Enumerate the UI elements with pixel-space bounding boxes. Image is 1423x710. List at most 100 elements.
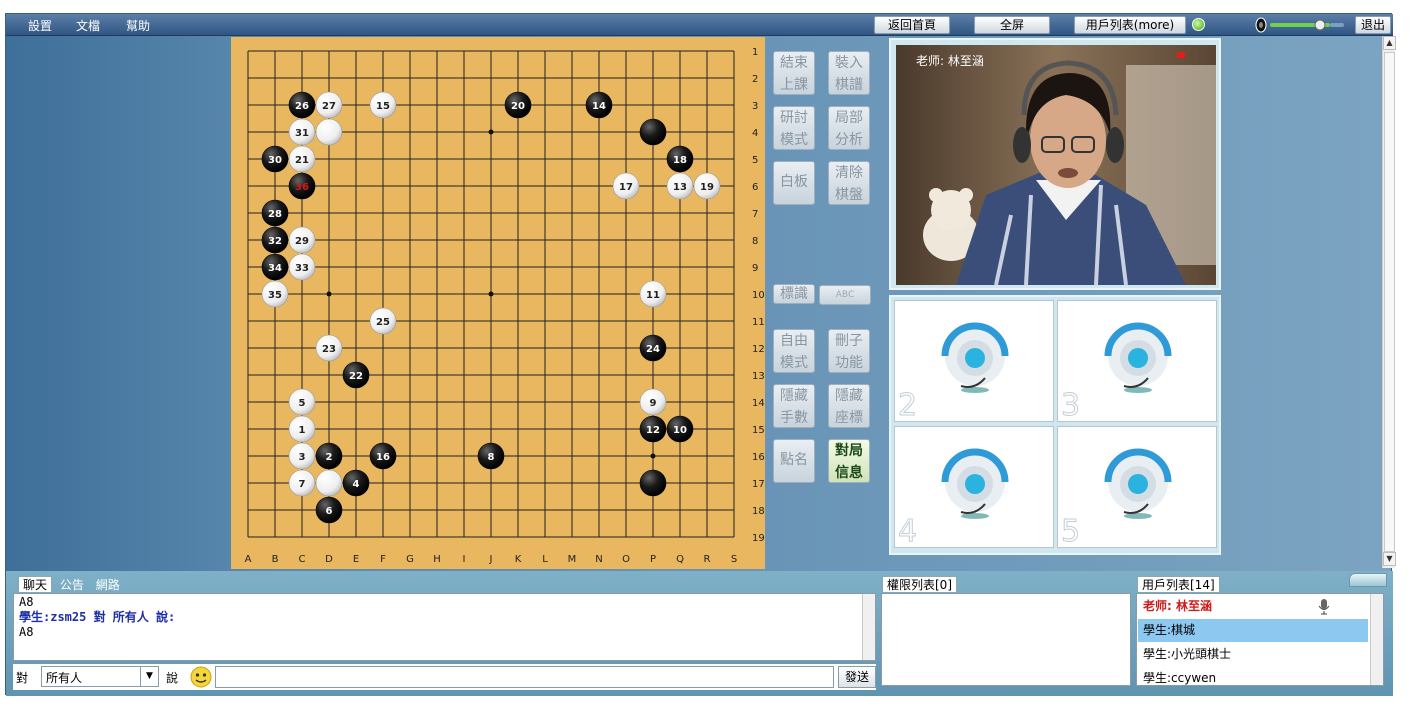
black-stone[interactable]: 2 — [315, 442, 343, 470]
white-stone[interactable]: 9 — [639, 388, 667, 416]
white-stone[interactable]: 19 — [693, 172, 721, 200]
main-scrollbar[interactable]: ▲ ▼ — [1382, 36, 1396, 568]
student-seat[interactable]: 3 — [1057, 300, 1217, 424]
student-seat[interactable]: 5 — [1057, 426, 1217, 550]
white-stone[interactable]: 3 — [288, 442, 316, 470]
home-button[interactable]: 返回首頁 — [874, 16, 950, 34]
row-label: 17 — [752, 479, 765, 490]
whiteboard-button[interactable]: 白板 — [773, 161, 815, 205]
tab-announcement[interactable]: 公告 — [56, 577, 88, 593]
study-mode-button[interactable]: 研討 模式 — [773, 106, 815, 150]
menu-help[interactable]: 幫助 — [126, 17, 150, 34]
minimize-icon[interactable] — [1349, 573, 1387, 587]
board-canvas[interactable]: A B C D E F G H I J K L M N O P Q R S123456789101112131415… — [231, 37, 765, 569]
white-stone[interactable]: 27 — [315, 91, 343, 119]
white-stone[interactable]: 1 — [288, 415, 316, 443]
end-class-button[interactable]: 結束 上課 — [773, 51, 815, 95]
permission-list[interactable] — [881, 593, 1131, 686]
exit-button[interactable]: 退出 — [1355, 16, 1391, 34]
chat-message-input[interactable] — [215, 666, 834, 688]
black-stone[interactable]: 18 — [666, 145, 694, 173]
black-stone[interactable]: 32 — [261, 226, 289, 254]
send-button[interactable]: 發送 — [838, 666, 876, 688]
white-stone[interactable]: 25 — [369, 307, 397, 335]
black-stone[interactable] — [639, 118, 667, 146]
user-list[interactable]: 老师: 林至涵 學生:棋城 學生:小光頭棋士 學生:ccywen — [1136, 593, 1384, 686]
move-number: 9 — [650, 398, 657, 409]
game-info-button[interactable]: 對局 信息 — [828, 439, 870, 483]
tab-network[interactable]: 網路 — [92, 577, 124, 593]
load-record-button[interactable]: 裝入 棋譜 — [828, 51, 870, 95]
row-label: 7 — [752, 209, 758, 220]
white-stone[interactable] — [315, 469, 343, 497]
seat-number: 2 — [897, 388, 918, 424]
move-number: 13 — [673, 182, 687, 193]
userlist-more-button[interactable]: 用戶列表(more) — [1074, 16, 1186, 34]
white-stone[interactable] — [315, 118, 343, 146]
white-stone[interactable]: 21 — [288, 145, 316, 173]
white-stone[interactable]: 33 — [288, 253, 316, 281]
black-stone[interactable]: 34 — [261, 253, 289, 281]
user-row[interactable]: 學生:小光頭棋士 — [1138, 643, 1368, 666]
student-seat[interactable]: 4 — [894, 426, 1054, 550]
white-stone[interactable]: 29 — [288, 226, 316, 254]
remove-stone-button[interactable]: 刪子 功能 — [828, 329, 870, 373]
free-mode-button[interactable]: 自由 模式 — [773, 329, 815, 373]
black-stone[interactable]: 4 — [342, 469, 370, 497]
roll-call-button[interactable]: 點名 — [773, 439, 815, 483]
white-stone[interactable]: 5 — [288, 388, 316, 416]
black-stone[interactable]: 36 — [288, 172, 316, 200]
hide-moves-button[interactable]: 隱藏 手數 — [773, 384, 815, 428]
black-stone[interactable]: 10 — [666, 415, 694, 443]
black-stone[interactable]: 26 — [288, 91, 316, 119]
black-stone[interactable]: 12 — [639, 415, 667, 443]
mark-abc-button[interactable]: ABC — [819, 285, 871, 305]
scroll-thumb[interactable] — [1384, 52, 1395, 552]
black-stone[interactable]: 24 — [639, 334, 667, 362]
black-stone[interactable]: 14 — [585, 91, 613, 119]
chat-scrollbar[interactable] — [862, 594, 875, 660]
local-analysis-button[interactable]: 局部 分析 — [828, 106, 870, 150]
user-row-teacher[interactable]: 老师: 林至涵 — [1138, 595, 1368, 618]
white-stone[interactable]: 13 — [666, 172, 694, 200]
col-label: D — [325, 554, 333, 565]
go-board[interactable]: A B C D E F G H I J K L M N O P Q R S 1 2 3 4 5 6 7 8 9 10 11 12 13 14 15… — [231, 37, 765, 569]
white-stone[interactable]: 11 — [639, 280, 667, 308]
menu-settings[interactable]: 設置 — [28, 17, 52, 34]
move-number: 21 — [295, 155, 309, 166]
user-row-selected[interactable]: 學生:棋城 — [1138, 619, 1368, 642]
black-stone[interactable]: 30 — [261, 145, 289, 173]
white-stone[interactable]: 31 — [288, 118, 316, 146]
user-row[interactable]: 學生:ccywen — [1138, 667, 1368, 685]
hide-coords-button[interactable]: 隱藏 座標 — [828, 384, 870, 428]
chevron-down-icon[interactable]: ▼ — [140, 667, 158, 686]
black-stone[interactable]: 20 — [504, 91, 532, 119]
clear-board-button[interactable]: 清除 棋盤 — [828, 161, 870, 205]
black-stone[interactable]: 6 — [315, 496, 343, 524]
volume-slider[interactable] — [1254, 17, 1346, 33]
fullscreen-button[interactable]: 全屏 — [974, 16, 1050, 34]
emoji-icon[interactable] — [190, 666, 212, 688]
chat-log[interactable]: A8 學生:zsm25 對 所有人 說: A8 — [13, 593, 876, 661]
student-seat[interactable]: 2 — [894, 300, 1054, 424]
white-stone[interactable]: 35 — [261, 280, 289, 308]
black-stone[interactable]: 16 — [369, 442, 397, 470]
white-stone[interactable]: 7 — [288, 469, 316, 497]
scroll-down-icon[interactable]: ▼ — [1383, 552, 1396, 566]
menu-documents[interactable]: 文檔 — [76, 17, 100, 34]
mark-button[interactable]: 標識 — [773, 284, 815, 304]
white-stone[interactable]: 17 — [612, 172, 640, 200]
user-list-title: 用戶列表[14] — [1137, 576, 1220, 592]
white-stone[interactable]: 15 — [369, 91, 397, 119]
white-stone[interactable]: 23 — [315, 334, 343, 362]
black-stone[interactable] — [639, 469, 667, 497]
black-stone[interactable]: 8 — [477, 442, 505, 470]
tab-chat[interactable]: 聊天 — [18, 576, 53, 592]
user-list-scrollbar[interactable] — [1370, 594, 1383, 685]
black-stone[interactable]: 22 — [342, 361, 370, 389]
scroll-up-icon[interactable]: ▲ — [1383, 36, 1396, 50]
teacher-video: 老师: 林至涵 — [896, 45, 1216, 285]
recipient-select[interactable]: 所有人 ▼ — [41, 666, 159, 687]
black-stone[interactable]: 28 — [261, 199, 289, 227]
headset-icon — [941, 448, 1009, 519]
